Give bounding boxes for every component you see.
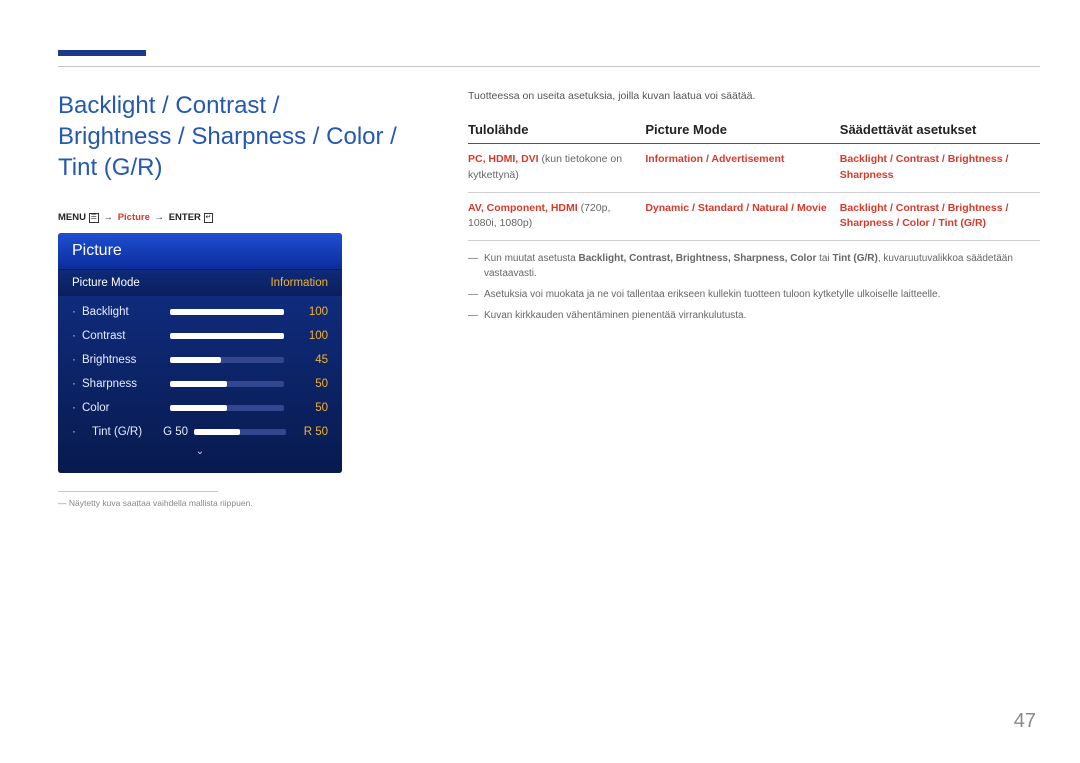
slider-track[interactable] [170,333,284,339]
slider-track[interactable] [170,309,284,315]
note-seg: tai [816,253,832,264]
note-seg: Kun muutat asetusta [484,253,579,264]
cell-mode: Information / Advertisement [645,144,839,193]
settings-table: Tulolähde Picture Mode Säädettävät asetu… [468,116,1040,241]
slider-label: Sharpness [82,378,164,390]
adjust-red: Backlight / Contrast / Brightness / Shar… [840,153,1009,181]
osd-mode-value: Information [270,277,328,289]
cell-source: AV, Component, HDMI (720p, 1080i, 1080p) [468,192,645,241]
note-text: Asetuksia voi muokata ja ne voi tallenta… [484,287,940,302]
arrow-icon: → [155,212,165,223]
adjust-red: Backlight / Contrast / Brightness / Shar… [840,202,1009,230]
enter-label: ENTER [169,212,201,223]
slider-value: 50 [294,402,328,414]
note-row: ― Asetuksia voi muokata ja ne voi tallen… [468,287,1040,302]
slider-track[interactable] [170,405,284,411]
tint-g-value: G 50 [156,426,188,438]
footnote-text: Näytetty kuva saattaa vaihdella mallista… [69,498,253,508]
menu-picture: Picture [118,212,150,223]
dash-icon: ― [468,251,484,281]
note-bold: Backlight, Contrast, Brightness, Sharpne… [579,253,817,264]
slider-track[interactable] [170,357,284,363]
dash-icon: ― [468,287,484,302]
bullet-icon: · [72,354,82,366]
slider-label: Color [82,402,164,414]
slider-value: 100 [294,330,328,342]
arrow-icon: → [104,212,114,223]
notes: ― Kun muutat asetusta Backlight, Contras… [468,251,1040,323]
page-title: Backlight / Contrast / Brightness / Shar… [58,90,398,184]
slider-value: 100 [294,306,328,318]
accent-bar [58,50,146,56]
slider-label: Backlight [82,306,164,318]
enter-icon: ↵ [204,213,214,223]
cell-adjust: Backlight / Contrast / Brightness / Shar… [840,192,1040,241]
bullet-icon: · [72,306,82,318]
note-row: ― Kun muutat asetusta Backlight, Contras… [468,251,1040,281]
footnote: ― Näytetty kuva saattaa vaihdella mallis… [58,498,398,508]
slider-fill [194,429,240,435]
slider-fill [170,405,227,411]
bullet-icon: · [72,402,82,414]
osd-mode-row[interactable]: Picture Mode Information [58,270,342,296]
menu-path: MENU ☰ → Picture → ENTER ↵ [58,212,398,223]
mode-red: Information / Advertisement [645,153,784,165]
th-mode: Picture Mode [645,116,839,144]
slider-value: 45 [294,354,328,366]
tint-row[interactable]: · Tint (G/R) G 50 R 50 [58,420,342,444]
note-bold: Tint (G/R) [832,253,877,264]
bullet-icon: · [72,330,82,342]
footnote-divider [58,491,218,492]
bullet-icon: · [72,378,82,390]
slider-row[interactable]: · Color 50 [58,396,342,420]
left-column: Backlight / Contrast / Brightness / Shar… [58,90,398,508]
dash-icon: ― [468,308,484,323]
slider-label: Contrast [82,330,164,342]
table-row: PC, HDMI, DVI (kun tietokone on kytketty… [468,144,1040,193]
top-divider [58,66,1040,67]
slider-fill [170,381,227,387]
slider-track[interactable] [170,381,284,387]
slider-label: Brightness [82,354,164,366]
intro-text: Tuotteessa on useita asetuksia, joilla k… [468,90,1040,102]
slider-fill [170,309,284,315]
slider-row[interactable]: · Brightness 45 [58,348,342,372]
slider-row[interactable]: · Contrast 100 [58,324,342,348]
osd-panel: Picture Picture Mode Information · Backl… [58,233,342,473]
menu-label: MENU [58,212,86,223]
cell-adjust: Backlight / Contrast / Brightness / Shar… [840,144,1040,193]
slider-fill [170,357,221,363]
slider-row[interactable]: · Backlight 100 [58,300,342,324]
cell-mode: Dynamic / Standard / Natural / Movie [645,192,839,241]
osd-mode-label: Picture Mode [72,277,140,289]
th-adjust: Säädettävät asetukset [840,116,1040,144]
osd-title: Picture [58,233,342,270]
tint-r-value: R 50 [294,426,328,438]
table-row: AV, Component, HDMI (720p, 1080i, 1080p)… [468,192,1040,241]
cell-source: PC, HDMI, DVI (kun tietokone on kytketty… [468,144,645,193]
tint-label: Tint (G/R) [92,426,156,438]
th-source: Tulolähde [468,116,645,144]
right-column: Tuotteessa on useita asetuksia, joilla k… [468,90,1040,508]
slider-row[interactable]: · Sharpness 50 [58,372,342,396]
slider-value: 50 [294,378,328,390]
slider-fill [170,333,284,339]
slider-track[interactable] [194,429,286,435]
bullet-icon: · [72,426,82,438]
mode-red: Dynamic / Standard / Natural / Movie [645,202,826,214]
menu-icon: ☰ [89,213,99,223]
source-red: PC, HDMI, DVI [468,153,539,165]
osd-body: · Backlight 100 · Contrast 100 · Brightn… [58,296,342,473]
page-number: 47 [1014,710,1036,733]
source-red: AV, Component, HDMI [468,202,578,214]
note-text: Kun muutat asetusta Backlight, Contrast,… [484,251,1040,281]
note-row: ― Kuvan kirkkauden vähentäminen pienentä… [468,308,1040,323]
note-text: Kuvan kirkkauden vähentäminen pienentää … [484,308,746,323]
chevron-down-icon[interactable]: ⌄ [58,444,342,463]
